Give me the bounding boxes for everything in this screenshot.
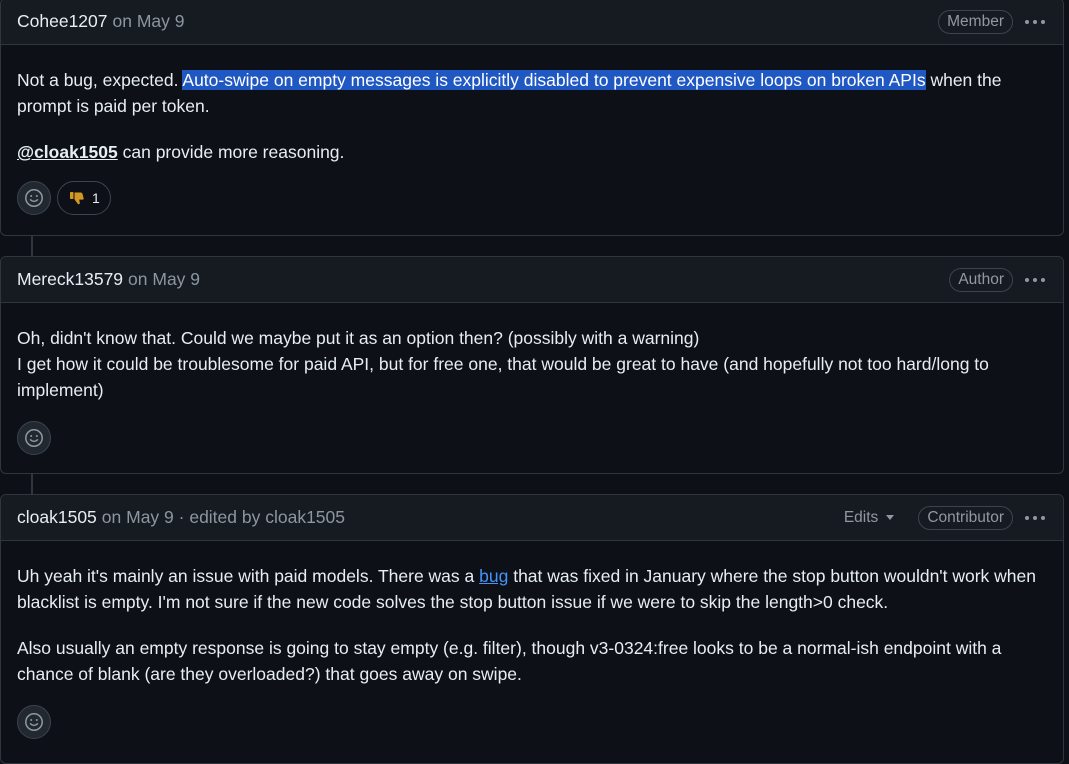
add-reaction-button[interactable] [17, 181, 51, 215]
comment-paragraph: Also usually an empty response is going … [17, 638, 1002, 684]
comment-body: Oh, didn't know that. Could we maybe put… [1, 303, 1063, 403]
smiley-icon [25, 713, 43, 731]
edits-dropdown[interactable]: Edits [843, 508, 895, 527]
timeline-connector [31, 235, 33, 257]
user-mention[interactable]: @cloak1505 [17, 142, 118, 162]
reactions-bar: 1 [1, 181, 1063, 215]
comment-paragraph: Uh yeah it's mainly an issue with paid m… [17, 563, 1047, 615]
comment-header: cloak1505 on May 9 · edited by cloak1505… [1, 495, 1063, 541]
text-segment: Not a bug, expected. [17, 70, 183, 90]
reactions-bar [1, 421, 1063, 455]
comment-timestamp[interactable]: on May 9 [113, 11, 185, 32]
text-line: I get how it could be troublesome for pa… [17, 354, 989, 400]
thumbs-down-icon [70, 192, 84, 205]
comment-header: Mereck13579 on May 9 Author [1, 257, 1063, 303]
bug-link[interactable]: bug [479, 566, 508, 586]
smiley-icon [25, 189, 43, 207]
selected-text: Auto-swipe on empty messages is explicit… [182, 70, 926, 90]
comment-header: Cohee1207 on May 9 Member [1, 0, 1063, 45]
comment-timestamp[interactable]: on May 9 [128, 269, 200, 290]
more-options-icon[interactable] [1023, 277, 1047, 282]
comment-paragraph: Not a bug, expected. Auto-swipe on empty… [17, 67, 1047, 119]
reactions-bar [1, 705, 1063, 739]
text-segment: Uh yeah it's mainly an issue with paid m… [17, 566, 480, 586]
caret-down-icon [886, 515, 895, 520]
comment-author[interactable]: Mereck13579 [17, 269, 123, 290]
comment-body: Not a bug, expected. Auto-swipe on empty… [1, 45, 1063, 165]
comment-cohee1207: Cohee1207 on May 9 Member Not a bug, exp… [0, 0, 1064, 236]
comment-body: Uh yeah it's mainly an issue with paid m… [1, 541, 1063, 687]
comment-paragraph: Oh, didn't know that. Could we maybe put… [17, 325, 1047, 403]
comment-author[interactable]: cloak1505 [17, 507, 97, 528]
text-segment: can provide more reasoning. [117, 142, 345, 162]
timeline-connector [31, 473, 33, 495]
comment-paragraph: @cloak1505 can provide more reasoning. [17, 139, 1047, 165]
add-reaction-button[interactable] [17, 705, 51, 739]
edits-label: Edits [843, 508, 879, 526]
more-options-icon[interactable] [1023, 19, 1047, 24]
comment-cloak1505: cloak1505 on May 9 · edited by cloak1505… [0, 494, 1064, 764]
role-badge: Contributor [918, 505, 1013, 530]
role-badge: Author [949, 267, 1013, 292]
role-badge: Member [938, 9, 1013, 34]
reaction-thumbs-down[interactable]: 1 [57, 181, 111, 215]
text-line: Oh, didn't know that. Could we maybe put… [17, 328, 700, 348]
comment-timestamp[interactable]: on May 9 · edited by cloak1505 [102, 507, 345, 528]
reaction-count: 1 [92, 190, 100, 206]
comment-mereck13579: Mereck13579 on May 9 Author Oh, didn't k… [0, 256, 1064, 474]
add-reaction-button[interactable] [17, 421, 51, 455]
more-options-icon[interactable] [1023, 515, 1047, 520]
comment-author[interactable]: Cohee1207 [17, 11, 108, 32]
smiley-icon [25, 429, 43, 447]
